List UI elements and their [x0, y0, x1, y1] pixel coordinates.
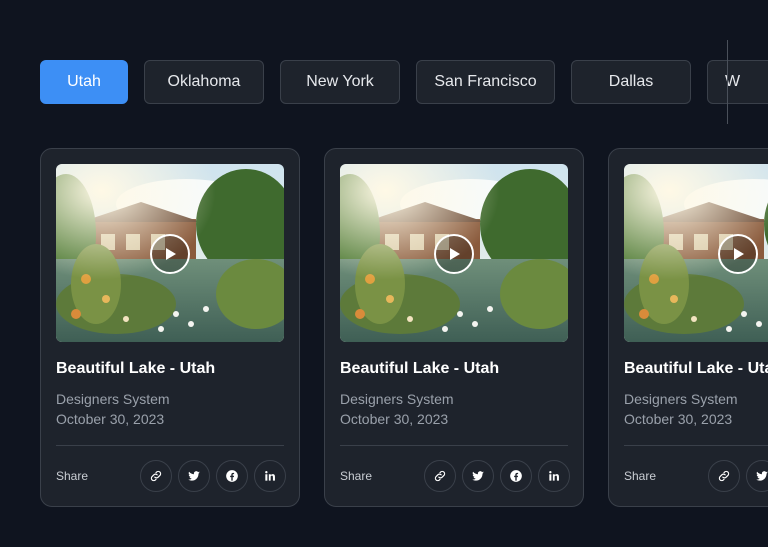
card-author: Designers System: [56, 391, 170, 407]
linkedin-icon: [265, 471, 275, 481]
share-label: Share: [340, 469, 373, 483]
share-facebook-button[interactable]: [216, 460, 248, 492]
share-label: Share: [624, 469, 657, 483]
share-link-button[interactable]: [424, 460, 456, 492]
card-title[interactable]: Beautiful Lake - Utah: [56, 360, 215, 378]
tab-partial[interactable]: W: [707, 60, 768, 104]
share-twitter-button[interactable]: [746, 460, 768, 492]
twitter-icon: [472, 471, 484, 481]
card-divider: [624, 445, 768, 446]
tab-san-francisco[interactable]: San Francisco: [416, 60, 555, 104]
linkedin-icon: [549, 471, 559, 481]
share-link-button[interactable]: [140, 460, 172, 492]
page: Utah Oklahoma New York San Francisco Dal…: [0, 0, 768, 547]
tabs-scroll-divider: [727, 40, 728, 124]
video-card[interactable]: Beautiful Lake - Utah Designers System O…: [324, 148, 584, 507]
share-linkedin-button[interactable]: [538, 460, 570, 492]
card-divider: [340, 445, 568, 446]
share-linkedin-button[interactable]: [254, 460, 286, 492]
facebook-icon: [510, 470, 522, 482]
play-icon: [734, 248, 744, 260]
tab-utah[interactable]: Utah: [40, 60, 128, 104]
card-title[interactable]: Beautiful Lake - Utah: [624, 360, 768, 378]
card-divider: [56, 445, 284, 446]
card-date: October 30, 2023: [624, 411, 733, 427]
share-link-button[interactable]: [708, 460, 740, 492]
play-icon: [450, 248, 460, 260]
card-author: Designers System: [340, 391, 454, 407]
share-twitter-button[interactable]: [178, 460, 210, 492]
video-thumbnail[interactable]: [624, 164, 768, 342]
location-tabs: Utah Oklahoma New York San Francisco Dal…: [40, 60, 768, 104]
share-twitter-button[interactable]: [462, 460, 494, 492]
video-thumbnail[interactable]: [56, 164, 284, 342]
tab-oklahoma[interactable]: Oklahoma: [144, 60, 264, 104]
card-date: October 30, 2023: [340, 411, 449, 427]
play-button[interactable]: [150, 234, 190, 274]
card-title[interactable]: Beautiful Lake - Utah: [340, 360, 499, 378]
link-icon: [718, 470, 730, 482]
video-card[interactable]: Beautiful Lake - Utah Designers System O…: [40, 148, 300, 507]
play-button[interactable]: [718, 234, 758, 274]
link-icon: [434, 470, 446, 482]
play-icon: [166, 248, 176, 260]
play-button[interactable]: [434, 234, 474, 274]
video-card[interactable]: Beautiful Lake - Utah Designers System O…: [608, 148, 768, 507]
tab-new-york[interactable]: New York: [280, 60, 400, 104]
share-label: Share: [56, 469, 89, 483]
card-author: Designers System: [624, 391, 738, 407]
card-date: October 30, 2023: [56, 411, 165, 427]
twitter-icon: [756, 471, 768, 481]
link-icon: [150, 470, 162, 482]
video-thumbnail[interactable]: [340, 164, 568, 342]
facebook-icon: [226, 470, 238, 482]
share-facebook-button[interactable]: [500, 460, 532, 492]
twitter-icon: [188, 471, 200, 481]
tab-dallas[interactable]: Dallas: [571, 60, 691, 104]
